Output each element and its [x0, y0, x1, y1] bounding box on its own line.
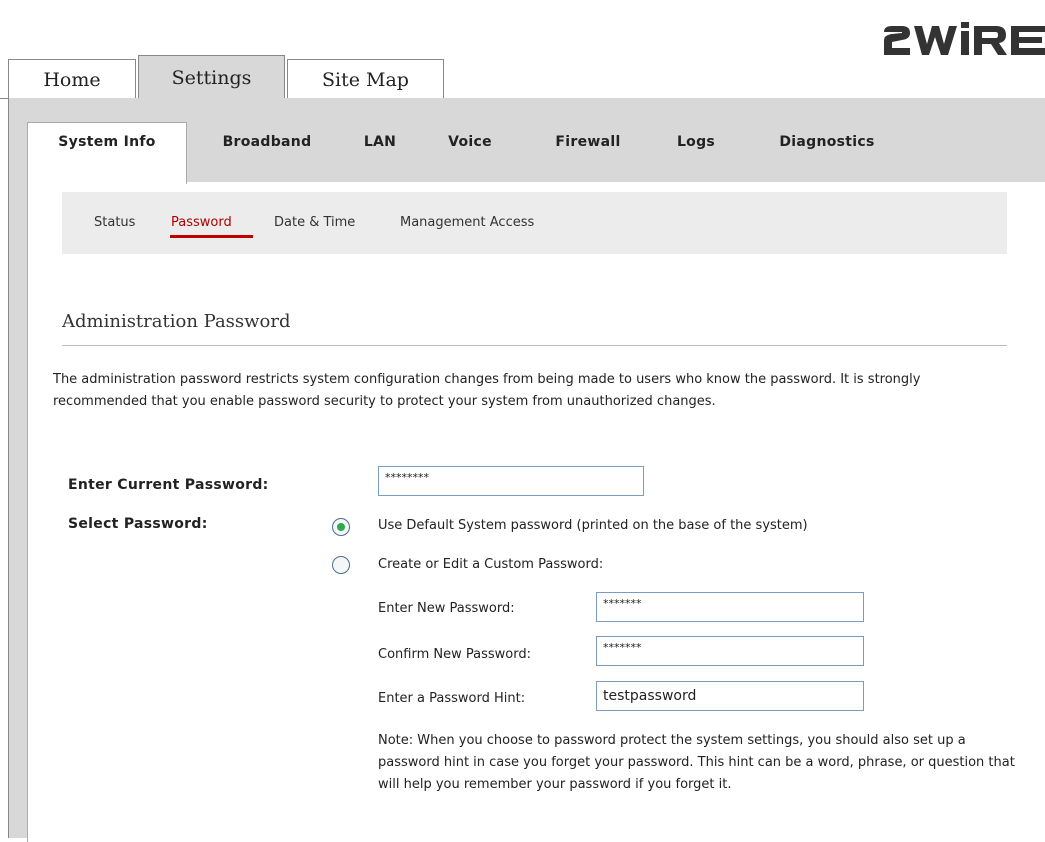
- tab-settings[interactable]: Settings: [138, 55, 285, 100]
- subtab-diagnostics[interactable]: Diagnostics: [762, 126, 892, 158]
- subnav-active-underline: [170, 235, 253, 238]
- subnav-bar: Status Password Date & Time Management A…: [62, 192, 1007, 254]
- current-password-field[interactable]: ********: [378, 466, 644, 496]
- tab-home[interactable]: Home: [8, 59, 136, 99]
- subnav-password[interactable]: Password: [171, 215, 232, 230]
- custom-password-option-label: Create or Edit a Custom Password:: [378, 557, 604, 572]
- password-hint-field[interactable]: testpassword: [596, 681, 864, 711]
- radio-custom-password[interactable]: [332, 556, 350, 574]
- new-password-label: Enter New Password:: [378, 601, 515, 616]
- password-note: Note: When you choose to password protec…: [378, 733, 1015, 792]
- confirm-password-field[interactable]: *******: [596, 636, 864, 666]
- subnav-management-access[interactable]: Management Access: [400, 215, 534, 230]
- select-password-label: Select Password:: [68, 516, 208, 532]
- current-password-label: Enter Current Password:: [68, 477, 269, 493]
- subnav-date-time[interactable]: Date & Time: [274, 215, 355, 230]
- confirm-password-label: Confirm New Password:: [378, 647, 531, 662]
- section-divider: [62, 345, 1007, 346]
- default-password-option-label: Use Default System password (printed on …: [378, 518, 808, 533]
- tab-site-map[interactable]: Site Map: [287, 59, 444, 99]
- 2wire-logo: [880, 22, 1045, 58]
- subtab-voice[interactable]: Voice: [435, 126, 505, 158]
- password-hint-label: Enter a Password Hint:: [378, 691, 526, 706]
- new-password-field[interactable]: *******: [596, 592, 864, 622]
- subtab-system-info[interactable]: System Info: [27, 122, 187, 184]
- subtab-broadband[interactable]: Broadband: [207, 126, 327, 158]
- subtab-firewall[interactable]: Firewall: [543, 126, 633, 158]
- subnav-status[interactable]: Status: [94, 215, 135, 230]
- subtab-lan[interactable]: LAN: [355, 126, 405, 158]
- intro-text: The administration password restricts sy…: [53, 372, 921, 409]
- page-title: Administration Password: [62, 311, 291, 332]
- subtab-logs[interactable]: Logs: [666, 126, 726, 158]
- radio-default-password[interactable]: [332, 518, 350, 536]
